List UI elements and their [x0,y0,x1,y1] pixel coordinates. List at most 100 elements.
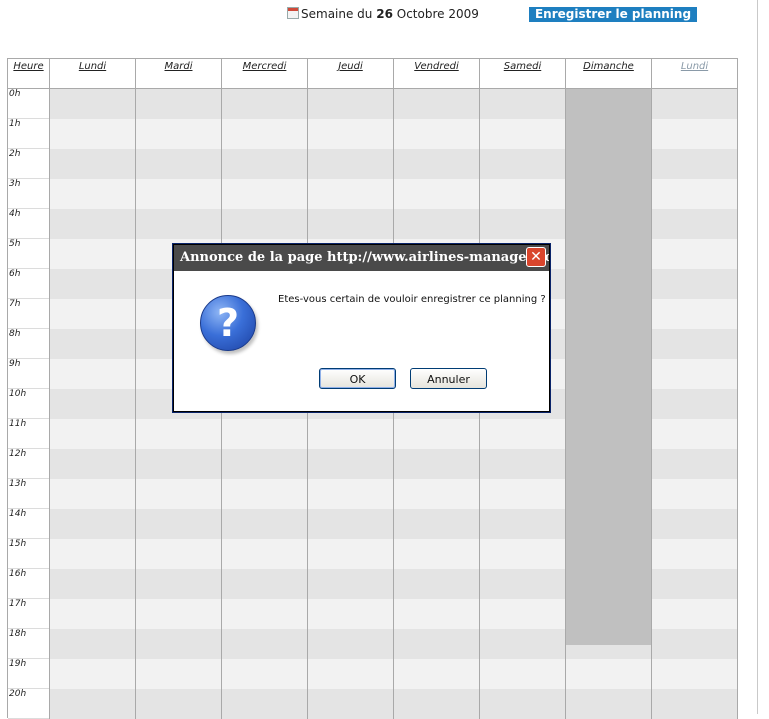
time-slot[interactable] [652,569,737,599]
column-header-day[interactable]: Mercredi [222,59,307,89]
time-slot[interactable] [652,89,737,119]
time-slot[interactable] [50,269,135,299]
time-slot[interactable] [652,419,737,449]
time-slot[interactable] [222,149,307,179]
column-header-day[interactable]: Dimanche [566,59,651,89]
ok-button[interactable]: OK [319,368,396,389]
time-slot[interactable] [480,209,565,239]
time-slot[interactable] [308,629,393,659]
time-slot[interactable] [308,689,393,719]
time-slot[interactable] [394,119,479,149]
time-slot[interactable] [480,419,565,449]
time-slot[interactable] [394,149,479,179]
time-slot[interactable] [50,599,135,629]
time-slot[interactable] [652,329,737,359]
time-slot[interactable] [652,149,737,179]
time-slot[interactable] [652,449,737,479]
time-slot[interactable] [222,179,307,209]
time-slot[interactable] [50,449,135,479]
time-slot[interactable] [50,389,135,419]
time-slot[interactable] [308,149,393,179]
time-slot[interactable] [394,89,479,119]
time-slot[interactable] [652,299,737,329]
time-slot[interactable] [136,629,221,659]
time-slot[interactable] [50,179,135,209]
time-slot[interactable] [50,569,135,599]
time-slot[interactable] [136,689,221,719]
time-slot[interactable] [136,509,221,539]
time-slot[interactable] [50,689,135,719]
time-slot[interactable] [480,539,565,569]
time-slot[interactable] [222,509,307,539]
time-slot[interactable] [308,89,393,119]
time-slot[interactable] [222,419,307,449]
time-slot[interactable] [394,689,479,719]
time-slot[interactable] [136,209,221,239]
time-slot[interactable] [136,179,221,209]
time-slot[interactable] [136,89,221,119]
time-slot[interactable] [308,179,393,209]
time-slot[interactable] [394,629,479,659]
time-slot[interactable] [222,479,307,509]
column-header-day[interactable]: Lundi [50,59,135,89]
time-slot[interactable] [136,659,221,689]
time-slot[interactable] [652,119,737,149]
time-slot[interactable] [50,209,135,239]
time-slot[interactable] [222,539,307,569]
time-slot[interactable] [480,119,565,149]
time-slot[interactable] [652,179,737,209]
column-header-day[interactable]: Lundi [652,59,737,89]
time-slot[interactable] [308,449,393,479]
time-slot[interactable] [50,299,135,329]
time-slot[interactable] [308,659,393,689]
time-slot[interactable] [480,599,565,629]
time-slot[interactable] [308,599,393,629]
time-slot[interactable] [394,479,479,509]
time-slot[interactable] [480,449,565,479]
column-header-day[interactable]: Jeudi [308,59,393,89]
time-slot[interactable] [652,599,737,629]
time-slot[interactable] [50,239,135,269]
time-slot[interactable] [50,509,135,539]
time-slot[interactable] [136,539,221,569]
time-slot[interactable] [308,119,393,149]
time-slot[interactable] [394,419,479,449]
time-slot[interactable] [652,539,737,569]
time-slot[interactable] [480,569,565,599]
time-slot[interactable] [652,659,737,689]
time-slot[interactable] [222,569,307,599]
time-slot[interactable] [136,479,221,509]
time-slot[interactable] [480,509,565,539]
time-slot[interactable] [652,629,737,659]
time-slot[interactable] [222,629,307,659]
time-slot[interactable] [480,629,565,659]
cancel-button[interactable]: Annuler [410,368,487,389]
time-slot[interactable] [652,269,737,299]
time-slot[interactable] [222,119,307,149]
time-slot[interactable] [480,89,565,119]
time-slot[interactable] [136,119,221,149]
time-slot[interactable] [222,659,307,689]
time-slot[interactable] [394,179,479,209]
time-slot[interactable] [308,419,393,449]
column-header-day[interactable]: Mardi [136,59,221,89]
time-slot[interactable] [50,329,135,359]
time-slot[interactable] [394,509,479,539]
time-slot[interactable] [480,659,565,689]
time-slot[interactable] [308,539,393,569]
time-slot[interactable] [50,419,135,449]
time-slot[interactable] [652,209,737,239]
time-slot[interactable] [394,449,479,479]
time-slot[interactable] [480,689,565,719]
close-icon[interactable]: ✕ [526,247,546,267]
time-slot[interactable] [50,149,135,179]
column-header-day[interactable]: Samedi [480,59,565,89]
time-slot[interactable] [308,209,393,239]
time-slot[interactable] [50,119,135,149]
save-planning-button[interactable]: Enregistrer le planning [529,7,697,22]
time-slot[interactable] [394,569,479,599]
time-slot[interactable] [136,149,221,179]
time-slot[interactable] [652,359,737,389]
time-slot[interactable] [136,449,221,479]
time-slot[interactable] [394,599,479,629]
